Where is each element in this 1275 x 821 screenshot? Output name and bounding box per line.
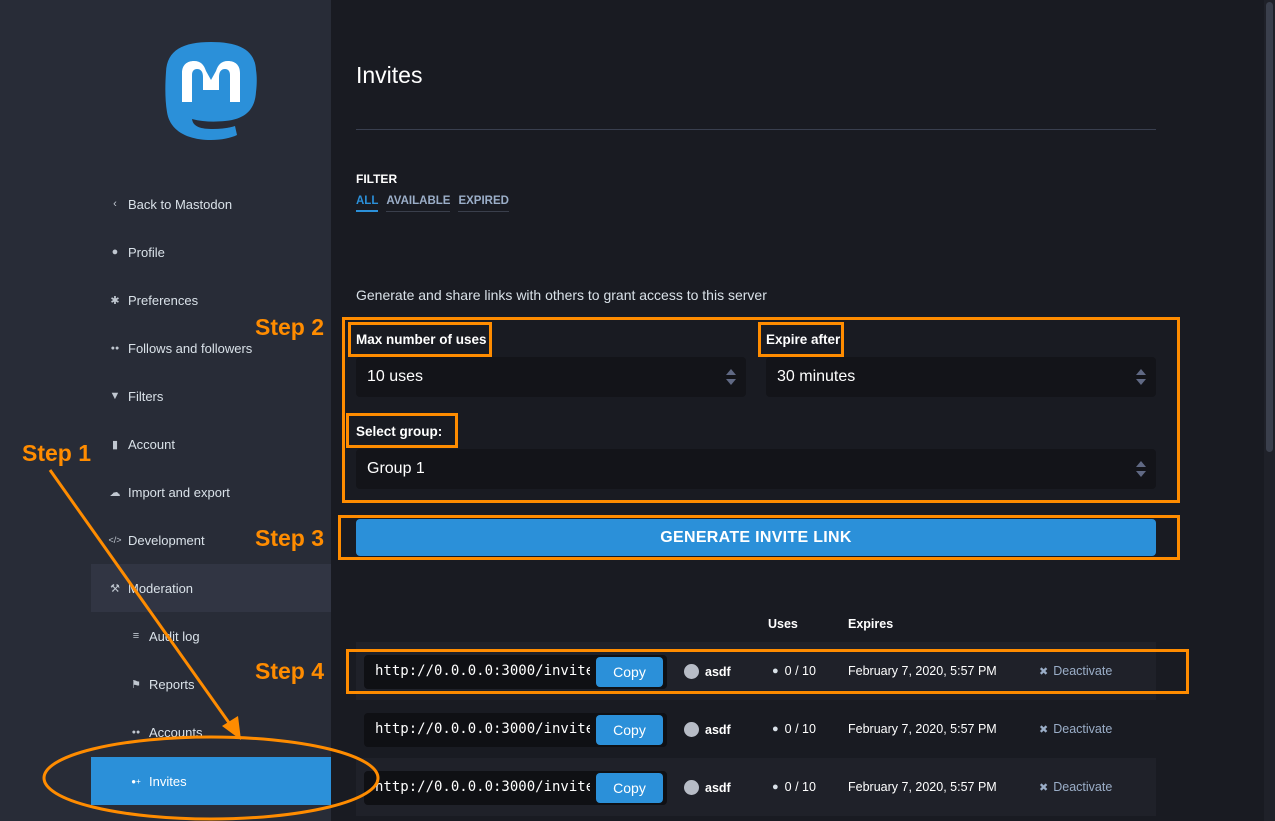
invite-creator[interactable]: asdf: [684, 780, 731, 795]
code-icon: </>: [108, 535, 122, 545]
invite-expires: February 7, 2020, 5:57 PM: [848, 780, 997, 794]
invite-hint-text: Generate and share links with others to …: [356, 287, 767, 303]
sidebar-item-label: Preferences: [128, 292, 199, 308]
creator-name: asdf: [705, 780, 731, 795]
gavel-icon: ⚒: [110, 582, 120, 595]
gear-icon: ✱: [110, 294, 120, 307]
invite-link-text[interactable]: http://0.0.0.0:3000/invite/: [375, 721, 590, 737]
invite-link-field[interactable]: http://0.0.0.0:3000/invite/ Copy: [364, 771, 667, 805]
step1-label: Step 1: [22, 440, 92, 466]
sidebar: ‹ Back to Mastodon ● Profile ✱ Preferenc…: [0, 0, 331, 821]
deactivate-label: Deactivate: [1053, 722, 1113, 736]
uses-value: 0 / 10: [784, 722, 816, 736]
close-icon: ✖: [1039, 781, 1049, 794]
sidebar-item-label: Filters: [128, 388, 164, 404]
sidebar-item-label: Reports: [149, 676, 195, 692]
sidebar-item-back-to-mastodon[interactable]: ‹ Back to Mastodon: [0, 180, 331, 228]
step4-highlight-box: [346, 649, 1189, 694]
group-highlight-box: [346, 413, 458, 448]
sidebar-item-label: Audit log: [149, 628, 200, 644]
page-title: Invites: [356, 62, 423, 88]
sidebar-item-label: Follows and followers: [128, 340, 253, 356]
copy-button[interactable]: Copy: [596, 773, 663, 803]
user-icon: ●: [772, 781, 779, 793]
sidebar-item-label: Moderation: [128, 580, 194, 596]
cloud-download-icon: ☁: [109, 486, 121, 499]
lock-icon: ▮: [111, 438, 119, 451]
sidebar-item-label: Profile: [128, 244, 165, 260]
invite-link-field[interactable]: http://0.0.0.0:3000/invite/ Copy: [364, 713, 667, 747]
deactivate-link[interactable]: ✖ Deactivate: [1039, 722, 1112, 736]
filter-label: FILTER: [356, 172, 398, 186]
deactivate-label: Deactivate: [1053, 780, 1113, 794]
table-row: http://0.0.0.0:3000/invite/ Copy asdf ● …: [356, 758, 1156, 816]
filter-icon: ▼: [109, 390, 121, 402]
step3-highlight-box: [338, 515, 1180, 560]
sidebar-item-label: Development: [128, 532, 205, 548]
filter-available[interactable]: AVAILABLE: [386, 195, 451, 212]
table-row: http://0.0.0.0:3000/invite/ Copy asdf ● …: [356, 700, 1156, 758]
sidebar-item-accounts[interactable]: ●● Accounts: [91, 708, 331, 756]
users-icon: ●●: [131, 728, 141, 736]
scrollbar[interactable]: [1264, 0, 1275, 821]
chevron-left-icon: ‹: [113, 198, 117, 210]
deactivate-link[interactable]: ✖ Deactivate: [1039, 780, 1112, 794]
sidebar-item-audit-log[interactable]: ≡ Audit log: [91, 612, 331, 660]
filter-expired[interactable]: EXPIRED: [458, 195, 509, 212]
invite-expires: February 7, 2020, 5:57 PM: [848, 722, 997, 736]
sidebar-item-label: Back to Mastodon: [128, 196, 233, 212]
list-icon: ≡: [132, 630, 140, 642]
user-icon: ●: [111, 246, 119, 258]
creator-name: asdf: [705, 722, 731, 737]
column-header-uses: Uses: [768, 617, 798, 631]
sidebar-item-moderation[interactable]: ⚒ Moderation: [91, 564, 331, 612]
expire-after-highlight-box: [758, 322, 844, 357]
scrollbar-thumb[interactable]: [1266, 2, 1273, 452]
invite-uses: ● 0 / 10: [772, 722, 816, 736]
filter-tabs: ALL AVAILABLE EXPIRED: [356, 195, 509, 212]
invite-uses: ● 0 / 10: [772, 780, 816, 794]
step2-label: Step 2: [255, 314, 325, 340]
user-plus-icon: ●+: [131, 776, 141, 786]
sidebar-item-profile[interactable]: ● Profile: [0, 228, 331, 276]
sidebar-item-import-export[interactable]: ☁ Import and export: [0, 468, 331, 516]
filter-all[interactable]: ALL: [356, 195, 379, 212]
column-header-expires: Expires: [848, 617, 894, 631]
sidebar-item-invites[interactable]: ●+ Invites: [91, 757, 331, 805]
copy-button[interactable]: Copy: [596, 715, 663, 745]
step4-label: Step 4: [255, 658, 325, 684]
close-icon: ✖: [1039, 723, 1049, 736]
title-divider: [356, 129, 1156, 130]
sidebar-item-label: Invites: [149, 773, 187, 789]
invite-creator[interactable]: asdf: [684, 722, 731, 737]
users-icon: ●●: [110, 344, 120, 352]
step3-label: Step 3: [255, 525, 325, 551]
flag-icon: ⚑: [131, 678, 141, 691]
avatar: [684, 722, 699, 737]
uses-value: 0 / 10: [784, 780, 816, 794]
avatar: [684, 780, 699, 795]
mastodon-logo[interactable]: [163, 40, 259, 142]
sidebar-item-filters[interactable]: ▼ Filters: [0, 372, 331, 420]
max-uses-highlight-box: [348, 322, 492, 357]
invite-link-text[interactable]: http://0.0.0.0:3000/invite/: [375, 779, 590, 795]
user-icon: ●: [772, 723, 779, 735]
sidebar-item-label: Account: [128, 436, 175, 452]
sidebar-item-label: Accounts: [149, 724, 203, 740]
sidebar-item-label: Import and export: [128, 484, 230, 500]
